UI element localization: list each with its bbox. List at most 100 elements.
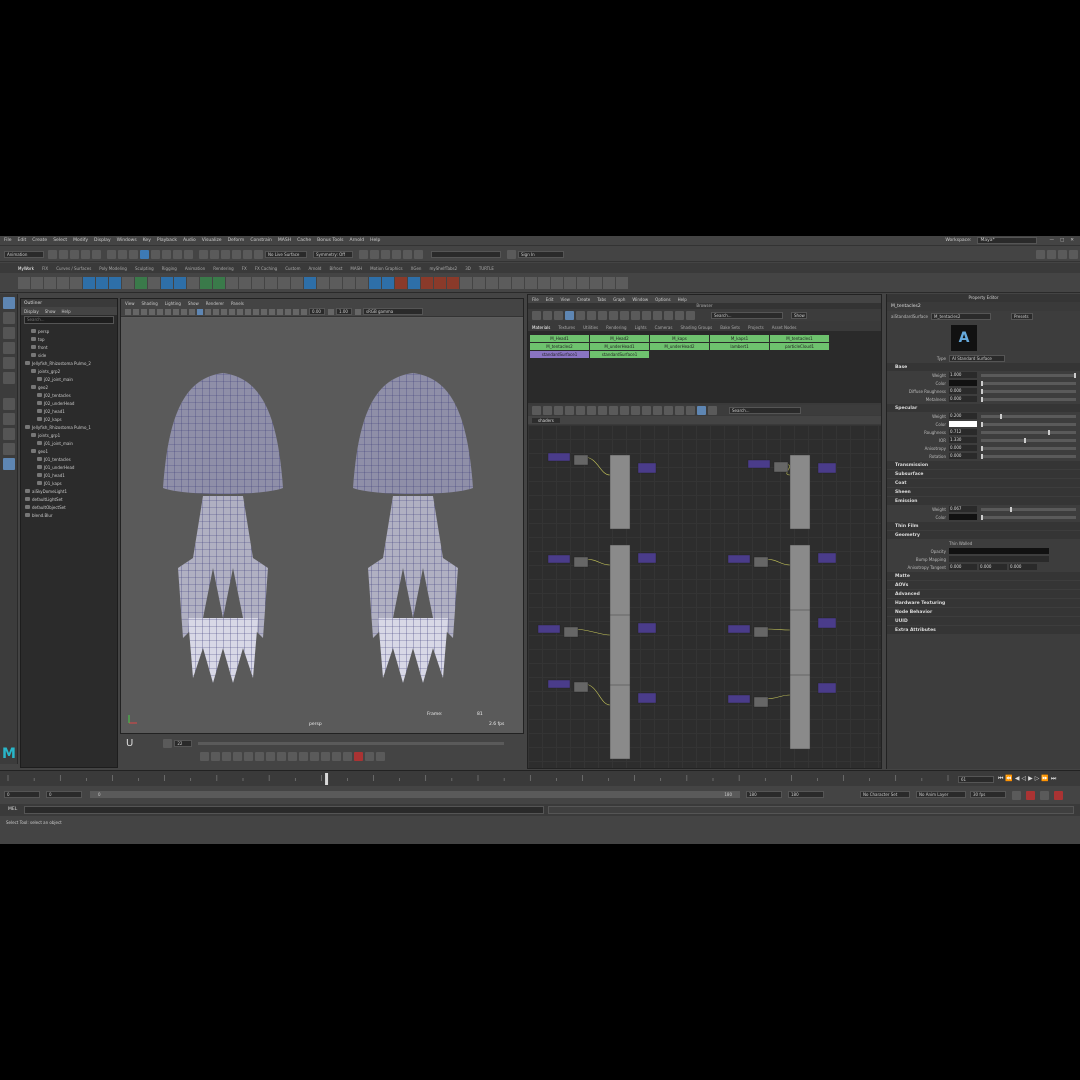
outliner-item[interactable]: Jellyfish_Rhizostoma Pulmo_2: [21, 359, 117, 367]
attribute-slider[interactable]: [981, 388, 1076, 394]
go-to-end-icon[interactable]: ⏭: [1051, 775, 1056, 783]
current-time-marker[interactable]: [325, 773, 329, 785]
attribute-value-field[interactable]: 0.000: [949, 388, 977, 394]
outliner-item[interactable]: front: [21, 343, 117, 351]
material-swatch[interactable]: M_tentacles2: [530, 343, 589, 350]
texture-node[interactable]: [547, 554, 571, 564]
shelf-tab[interactable]: myShelfTabs2: [429, 266, 457, 271]
node-editor-tool-icon[interactable]: [565, 405, 574, 415]
bottom-tool-icon[interactable]: [365, 751, 374, 761]
material-swatch[interactable]: M_tentacles1: [770, 335, 829, 342]
modeling-toolkit-icon[interactable]: [1036, 249, 1045, 259]
step-forward-key-icon[interactable]: ⏩: [1041, 775, 1048, 783]
menu-constrain[interactable]: Constrain: [250, 238, 272, 243]
film-gate-icon[interactable]: [157, 308, 163, 315]
node-connection[interactable]: [573, 628, 611, 636]
shelf-tab[interactable]: Poly Modeling: [99, 266, 127, 271]
hs-menu-view[interactable]: View: [560, 297, 570, 302]
symmetry-dropdown[interactable]: Symmetry: Off: [313, 250, 353, 258]
node-editor-tool-icon[interactable]: [631, 405, 640, 415]
shelf-button-icon[interactable]: [421, 276, 433, 289]
bottom-tool-icon[interactable]: [310, 751, 319, 761]
attribute-value-field[interactable]: 0.000: [1009, 564, 1037, 570]
signin-dropdown[interactable]: Sign In: [518, 250, 564, 258]
mask-icon[interactable]: [140, 249, 149, 259]
mel-input[interactable]: [24, 806, 544, 814]
shelf-tab[interactable]: FIX: [42, 266, 48, 271]
viewport-menu-show[interactable]: Show: [188, 301, 199, 306]
hs-menu-edit[interactable]: Edit: [546, 297, 554, 302]
menu-audio[interactable]: Audio: [183, 238, 196, 243]
open-scene-icon[interactable]: [59, 249, 68, 259]
shelf-tab[interactable]: FX: [242, 266, 247, 271]
range-slider-bar[interactable]: 0 180: [90, 791, 740, 798]
motion-blur-icon[interactable]: [261, 308, 267, 315]
texture-node[interactable]: [547, 679, 571, 689]
shelf-button-icon[interactable]: [31, 276, 43, 289]
attribute-slider[interactable]: [981, 413, 1076, 419]
utility-node[interactable]: [753, 556, 769, 568]
attribute-section-header[interactable]: Base: [887, 363, 1080, 371]
play-back-icon[interactable]: ◁: [1022, 775, 1027, 783]
bottom-tool-icon[interactable]: [266, 751, 275, 761]
browser-tool-icon[interactable]: [587, 310, 596, 320]
outliner-item[interactable]: persp: [21, 327, 117, 335]
attribute-section-header[interactable]: Subsurface: [887, 470, 1080, 478]
material-swatch[interactable]: lambert1: [710, 343, 769, 350]
shading-group-node[interactable]: [817, 682, 837, 694]
shelf-tab[interactable]: Rendering: [213, 266, 233, 271]
outliner-item[interactable]: J01_kaps: [21, 479, 117, 487]
loop-icon[interactable]: [1012, 791, 1021, 800]
end-time-field[interactable]: 180: [788, 791, 824, 798]
shelf-button-icon[interactable]: [512, 276, 524, 289]
browser-tool-icon[interactable]: [565, 310, 574, 320]
workspace-dropdown[interactable]: Maya*: [977, 237, 1038, 244]
shader-node[interactable]: [789, 674, 811, 750]
current-frame-field[interactable]: 61: [958, 776, 994, 783]
attribute-value-field[interactable]: 0.000: [949, 453, 977, 459]
shelf-button-icon[interactable]: [369, 276, 381, 289]
shelf-button-icon[interactable]: [213, 276, 225, 289]
attribute-slider[interactable]: [981, 514, 1076, 520]
viewport-menu-renderer[interactable]: Renderer: [206, 301, 224, 306]
shelf-button-icon[interactable]: [330, 276, 342, 289]
attribute-section-header[interactable]: AOVs: [887, 581, 1080, 589]
rotate-tool-icon[interactable]: [3, 357, 15, 369]
node-editor-tool-icon[interactable]: [708, 405, 717, 415]
viewport-menu-panels[interactable]: Panels: [231, 301, 244, 306]
shelf-tab[interactable]: Arnold: [309, 266, 322, 271]
menu-key[interactable]: Key: [143, 238, 151, 243]
sound-icon[interactable]: [1054, 791, 1063, 800]
shelf-button-icon[interactable]: [70, 276, 82, 289]
shelf-tab[interactable]: Custom: [285, 266, 300, 271]
shelf-button-icon[interactable]: [278, 276, 290, 289]
node-search-input[interactable]: Search...: [729, 406, 801, 414]
bottom-tool-icon[interactable]: [200, 751, 209, 761]
anim-layer-dropdown[interactable]: No Anim Layer: [916, 791, 966, 798]
tab-rendering[interactable]: Rendering: [606, 325, 626, 330]
browser-tool-icon[interactable]: [664, 310, 673, 320]
time-field[interactable]: 22: [174, 739, 193, 747]
attribute-slider[interactable]: [981, 506, 1076, 512]
texture-node[interactable]: [537, 624, 561, 634]
utility-node[interactable]: [573, 556, 589, 568]
material-swatch[interactable]: standardSurface1: [530, 351, 589, 358]
shelf-button-icon[interactable]: [161, 276, 173, 289]
attribute-slider[interactable]: [981, 445, 1076, 451]
tab-materials[interactable]: Materials: [532, 325, 550, 330]
texture-node[interactable]: [727, 554, 751, 564]
node-editor-tool-icon[interactable]: [532, 405, 541, 415]
menu-create[interactable]: Create: [32, 238, 47, 243]
field-chart-icon[interactable]: [181, 308, 187, 315]
attribute-value-field[interactable]: 0.000: [949, 396, 977, 402]
shading-group-node[interactable]: [637, 552, 657, 564]
browser-tool-icon[interactable]: [675, 310, 684, 320]
material-swatch[interactable]: M_kaps: [650, 335, 709, 342]
wireframe-on-shaded-icon[interactable]: [221, 308, 227, 315]
snap-view-icon[interactable]: [232, 249, 241, 259]
viewport-menu-shading[interactable]: Shading: [142, 301, 158, 306]
shader-node[interactable]: [609, 684, 631, 760]
mask-joints-icon[interactable]: [151, 249, 160, 259]
texture-node[interactable]: [547, 452, 571, 462]
hs-menu-file[interactable]: File: [532, 297, 539, 302]
